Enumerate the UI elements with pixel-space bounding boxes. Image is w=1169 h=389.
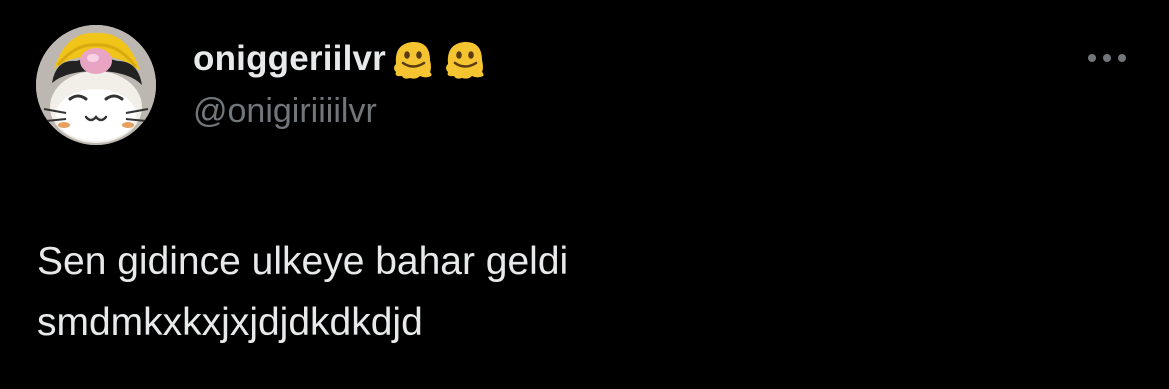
display-name-row[interactable]: oniggeriilvr [193,36,488,82]
more-button[interactable] [1082,38,1132,78]
more-horizontal-icon [1088,54,1126,62]
tweet: oniggeriilvr @onigiriiiilvr Sen gidince … [0,0,1169,389]
avatar-image [36,25,156,145]
melting-face-emoji [394,41,432,79]
melting-face-emoji [446,41,484,79]
user-handle[interactable]: @onigiriiiilvr [193,92,377,131]
tweet-text: Sen gidince ulkeye bahar geldi smdmkxkxj… [37,231,1117,353]
avatar[interactable] [36,25,156,145]
tweet-text-line: Sen gidince ulkeye bahar geldi [37,240,569,283]
display-name[interactable]: oniggeriilvr [193,39,386,79]
tweet-text-line: smdmkxkxjxjdjdkdkdjd [37,301,423,344]
